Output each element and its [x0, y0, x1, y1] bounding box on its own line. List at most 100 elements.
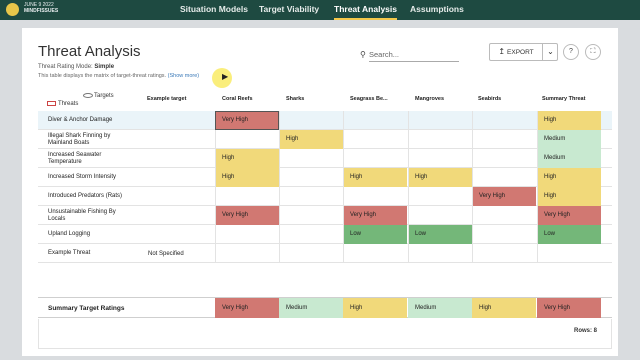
rating-cell[interactable]: High	[537, 111, 601, 130]
rating-cell[interactable]: Very High	[472, 187, 536, 206]
threat-name[interactable]: Increased Storm Intensity	[48, 174, 132, 181]
column-header[interactable]: Example target	[147, 96, 186, 102]
rating-cell[interactable]	[472, 149, 536, 168]
rating-cell[interactable]	[408, 187, 472, 206]
rating-cell[interactable]	[343, 130, 407, 149]
rating-cell[interactable]	[472, 206, 536, 225]
column-header[interactable]: Sharks	[286, 96, 304, 102]
column-divider	[408, 111, 409, 263]
rating-cell[interactable]: High	[408, 168, 472, 187]
rating-cell[interactable]	[472, 244, 536, 263]
rating-cell[interactable]: Medium	[537, 130, 601, 149]
summary-rating-cell[interactable]: High	[343, 298, 407, 318]
search-icon: ⚲	[360, 50, 366, 59]
app-logo-icon[interactable]	[6, 3, 19, 16]
mouse-cursor-icon: ▶	[222, 72, 229, 81]
search-input[interactable]	[369, 47, 459, 62]
example-target-cell[interactable]: Not Specified	[148, 251, 184, 257]
legend-threats-label: Threats	[58, 101, 79, 107]
column-divider	[537, 111, 538, 263]
column-divider	[472, 111, 473, 263]
threat-name[interactable]: Example Threat	[48, 250, 132, 257]
project-name: MINDFISSUES	[24, 8, 59, 14]
top-navigation-bar: JUNE 9 2022 MINDFISSUES Situation Models…	[0, 0, 640, 20]
rating-cell[interactable]	[408, 149, 472, 168]
rating-cell[interactable]	[279, 225, 343, 244]
rating-cell[interactable]	[408, 130, 472, 149]
rating-cell[interactable]	[408, 244, 472, 263]
rating-cell[interactable]	[472, 225, 536, 244]
rating-cell[interactable]: Very High	[343, 206, 407, 225]
rating-cell[interactable]: Very High	[537, 206, 601, 225]
selected-cell-outline	[215, 111, 279, 130]
export-button[interactable]: ↥ EXPORT	[490, 44, 542, 60]
rating-cell[interactable]: Low	[343, 225, 407, 244]
summary-rating-cell[interactable]: Very High	[537, 298, 601, 318]
rating-cell[interactable]	[472, 111, 536, 130]
legend-targets-label: Targets	[94, 93, 114, 99]
rating-cell[interactable]	[408, 206, 472, 225]
rating-cell[interactable]: Medium	[537, 149, 601, 168]
nav-tab-assumptions[interactable]: Assumptions	[410, 0, 464, 20]
rating-cell[interactable]: High	[343, 168, 407, 187]
threat-name[interactable]: Introduced Predators (Rats)	[48, 193, 132, 200]
threat-name[interactable]: Illegal Shark Finning by Mainland Boats	[48, 133, 132, 147]
rating-cell[interactable]: High	[215, 149, 279, 168]
rating-cell[interactable]	[279, 111, 343, 130]
threat-name[interactable]: Diver & Anchor Damage	[48, 117, 132, 124]
rating-cell[interactable]	[279, 149, 343, 168]
page-description: This table displays the matrix of target…	[38, 73, 199, 79]
column-header[interactable]: Summary Threat	[542, 96, 585, 102]
rating-cell[interactable]	[343, 149, 407, 168]
threats-legend-rect-icon	[47, 101, 56, 106]
rating-cell[interactable]	[215, 187, 279, 206]
rating-cell[interactable]	[343, 187, 407, 206]
export-button-group: ↥ EXPORT ⌄	[489, 43, 558, 61]
rating-cell[interactable]	[472, 168, 536, 187]
rating-cell[interactable]: Very High	[215, 206, 279, 225]
column-header[interactable]: Coral Reefs	[222, 96, 253, 102]
rating-cell[interactable]	[343, 244, 407, 263]
rating-cell[interactable]	[279, 206, 343, 225]
rows-count: Rows: 8	[573, 328, 597, 334]
column-header[interactable]: Mangroves	[415, 96, 444, 102]
column-header[interactable]: Seagrass Be...	[350, 96, 388, 102]
nav-tab-threat-analysis[interactable]: Threat Analysis	[334, 0, 397, 20]
nav-tab-situation-models[interactable]: Situation Models	[180, 0, 248, 20]
rating-cell[interactable]	[215, 225, 279, 244]
show-more-link[interactable]: (Show more)	[168, 73, 200, 79]
rating-cell[interactable]	[279, 244, 343, 263]
threat-name[interactable]: Unsustainable Fishing By Locals	[48, 209, 132, 223]
page-title: Threat Analysis	[38, 43, 141, 60]
rating-cell[interactable]	[472, 130, 536, 149]
help-button[interactable]: ?	[563, 44, 579, 60]
summary-rating-cell[interactable]: Medium	[279, 298, 343, 318]
fullscreen-icon[interactable]: ⛶	[585, 44, 601, 60]
rating-cell[interactable]	[279, 187, 343, 206]
threat-name[interactable]: Upland Logging	[48, 231, 132, 238]
column-header[interactable]: Seabirds	[478, 96, 501, 102]
summary-row-label: Summary Target Ratings	[48, 305, 125, 312]
rating-cell[interactable]: High	[537, 168, 601, 187]
column-divider	[279, 111, 280, 263]
description-text: This table displays the matrix of target…	[38, 73, 167, 79]
export-label: EXPORT	[507, 49, 534, 56]
rating-cell[interactable]: High	[279, 130, 343, 149]
summary-rating-cell[interactable]: Very High	[215, 298, 279, 318]
rating-cell[interactable]	[343, 111, 407, 130]
rating-cell[interactable]	[215, 244, 279, 263]
rating-cell[interactable]	[537, 244, 601, 263]
show-more-label: Show more	[169, 73, 198, 79]
nav-tab-target-viability[interactable]: Target Viability	[259, 0, 319, 20]
summary-rating-cell[interactable]: Medium	[408, 298, 472, 318]
export-dropdown-chevron-down-icon[interactable]: ⌄	[542, 44, 558, 60]
summary-rating-cell[interactable]: High	[472, 298, 536, 318]
rating-cell[interactable]: High	[537, 187, 601, 206]
rating-cell[interactable]	[279, 168, 343, 187]
rating-cell[interactable]: Low	[537, 225, 601, 244]
rating-cell[interactable]: Low	[408, 225, 472, 244]
rating-cell[interactable]	[215, 130, 279, 149]
rating-cell[interactable]: High	[215, 168, 279, 187]
threat-name[interactable]: Increased Seawater Temperature	[48, 152, 132, 166]
rating-cell[interactable]	[408, 111, 472, 130]
